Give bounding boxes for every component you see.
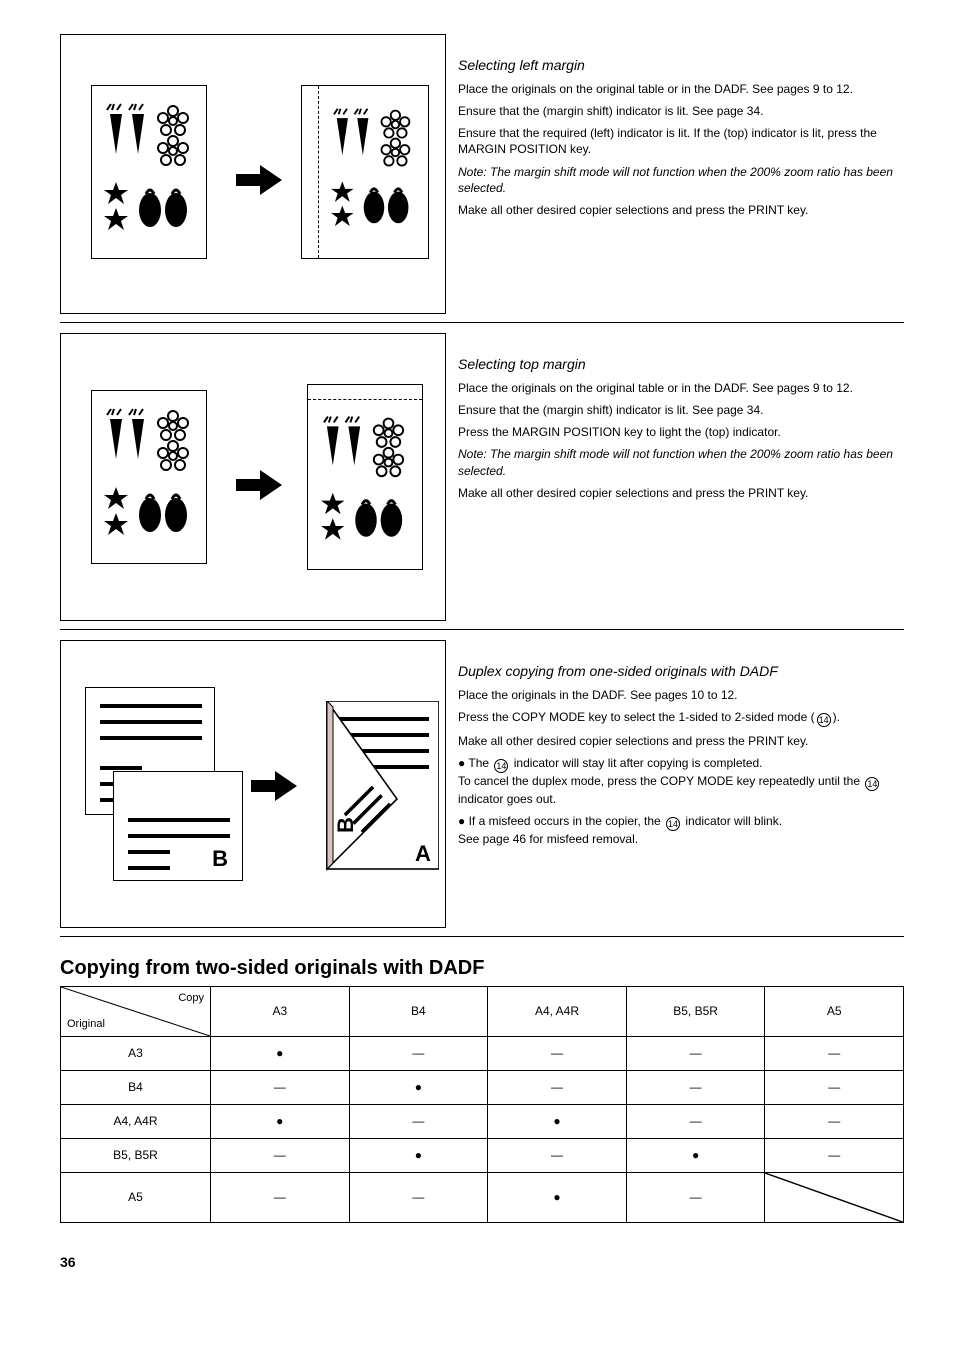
folded-sheet-icon: A B: [309, 701, 439, 881]
step: Press the COPY MODE key to select the 1-…: [458, 709, 904, 727]
step: Make all other desired copier selections…: [458, 733, 904, 749]
text-left-margin: Selecting left margin Place the original…: [458, 34, 904, 224]
diagonal-header: Copy Original: [61, 987, 211, 1037]
step: Press the MARGIN POSITION key to light t…: [458, 424, 904, 440]
section-left-margin: Selecting left margin Place the original…: [60, 34, 904, 314]
step: Place the originals on the original tabl…: [458, 380, 904, 396]
step: Ensure that the (margin shift) indicator…: [458, 402, 904, 418]
arrow-right-icon: [236, 470, 282, 500]
cell: —: [626, 1071, 765, 1105]
divider: [60, 936, 904, 937]
table-row: A5 — — ● —: [61, 1173, 904, 1223]
cell: ●: [349, 1071, 488, 1105]
section-duplex: A B A: [60, 640, 904, 928]
bullet-note: ● If a misfeed occurs in the copier, the…: [458, 813, 904, 847]
content-pattern-icon: [92, 86, 208, 260]
sheet-copy: [307, 384, 423, 570]
cell: —: [488, 1139, 627, 1173]
cell: —: [765, 1139, 904, 1173]
cell: —: [211, 1139, 350, 1173]
paper-size-table: Copy Original A3 B4 A4, A4R B5, B5R A5 A…: [60, 986, 904, 1223]
row-header: B4: [61, 1071, 211, 1105]
subhead: Duplex copying from one-sided originals …: [458, 662, 904, 681]
cell: —: [211, 1071, 350, 1105]
subhead: Selecting top margin: [458, 355, 904, 374]
page-heading: Copying from two-sided originals with DA…: [60, 955, 904, 982]
cell: —: [626, 1105, 765, 1139]
duplex-sheet: A B: [309, 701, 439, 881]
cell: —: [488, 1071, 627, 1105]
step: Ensure that the (margin shift) indicator…: [458, 103, 904, 119]
bullet-note: ● The 14 indicator will stay lit after c…: [458, 755, 904, 807]
row-header: A5: [61, 1173, 211, 1223]
text-top-margin: Selecting top margin Place the originals…: [458, 333, 904, 507]
sheet-original: [91, 390, 207, 564]
step: Ensure that the required (left) indicato…: [458, 125, 904, 157]
sheet-b: B: [113, 771, 243, 881]
note: Note: The margin shift mode will not fun…: [458, 446, 904, 478]
content-pattern-icon: [308, 399, 424, 569]
step: Make all other desired copier selections…: [458, 202, 904, 218]
col-header: B4: [349, 987, 488, 1037]
cell: —: [211, 1173, 350, 1223]
col-header: A5: [765, 987, 904, 1037]
figure-left-margin: [60, 34, 446, 314]
text-duplex: Duplex copying from one-sided originals …: [458, 640, 904, 854]
col-header: B5, B5R: [626, 987, 765, 1037]
svg-text:A: A: [415, 841, 431, 866]
sheet-letter-b: B: [212, 844, 228, 874]
step: Make all other desired copier selections…: [458, 485, 904, 501]
row-header: A3: [61, 1037, 211, 1071]
circled-number-icon: 14: [494, 759, 508, 773]
cell: ●: [349, 1139, 488, 1173]
diagonal-line-icon: [765, 1173, 903, 1222]
cell: —: [349, 1037, 488, 1071]
cell: ●: [211, 1105, 350, 1139]
sheet-original: [91, 85, 207, 259]
table-row: A3 ● — — — —: [61, 1037, 904, 1071]
content-pattern-icon: [92, 391, 208, 565]
cell: —: [626, 1173, 765, 1223]
cell: ●: [488, 1105, 627, 1139]
left-margin-line: [318, 86, 319, 258]
section-top-margin: Selecting top margin Place the originals…: [60, 333, 904, 621]
arrow-right-icon: [236, 165, 282, 195]
table-row: A4, A4R ● — ● — —: [61, 1105, 904, 1139]
page-number: 36: [60, 1253, 904, 1272]
cell: ●: [626, 1139, 765, 1173]
circled-number-icon: 14: [817, 713, 831, 727]
row-header: A4, A4R: [61, 1105, 211, 1139]
circled-number-icon: 14: [865, 777, 879, 791]
subhead: Selecting left margin: [458, 56, 904, 75]
content-pattern-icon: [320, 86, 428, 260]
table-row: B4 — ● — — —: [61, 1071, 904, 1105]
svg-text:B: B: [333, 817, 358, 833]
cell: —: [765, 1037, 904, 1071]
cell: —: [765, 1105, 904, 1139]
step: Place the originals on the original tabl…: [458, 81, 904, 97]
col-header: A3: [211, 987, 350, 1037]
row-header: B5, B5R: [61, 1139, 211, 1173]
figure-duplex: A B A: [60, 640, 446, 928]
sheet-copy: [301, 85, 429, 259]
table-header-row: Copy Original A3 B4 A4, A4R B5, B5R A5: [61, 987, 904, 1037]
cell: —: [488, 1037, 627, 1071]
cell: —: [626, 1037, 765, 1071]
circled-number-icon: 14: [666, 817, 680, 831]
step: Place the originals in the DADF. See pag…: [458, 687, 904, 703]
arrow-right-icon: [251, 771, 297, 801]
table-row: B5, B5R — ● — ● —: [61, 1139, 904, 1173]
cell-na: [765, 1173, 904, 1223]
cell: ●: [211, 1037, 350, 1071]
note: Note: The margin shift mode will not fun…: [458, 164, 904, 196]
cell: —: [765, 1071, 904, 1105]
figure-top-margin: [60, 333, 446, 621]
divider: [60, 322, 904, 323]
cell: ●: [488, 1173, 627, 1223]
cell: —: [349, 1173, 488, 1223]
cell: —: [349, 1105, 488, 1139]
divider: [60, 629, 904, 630]
col-header: A4, A4R: [488, 987, 627, 1037]
